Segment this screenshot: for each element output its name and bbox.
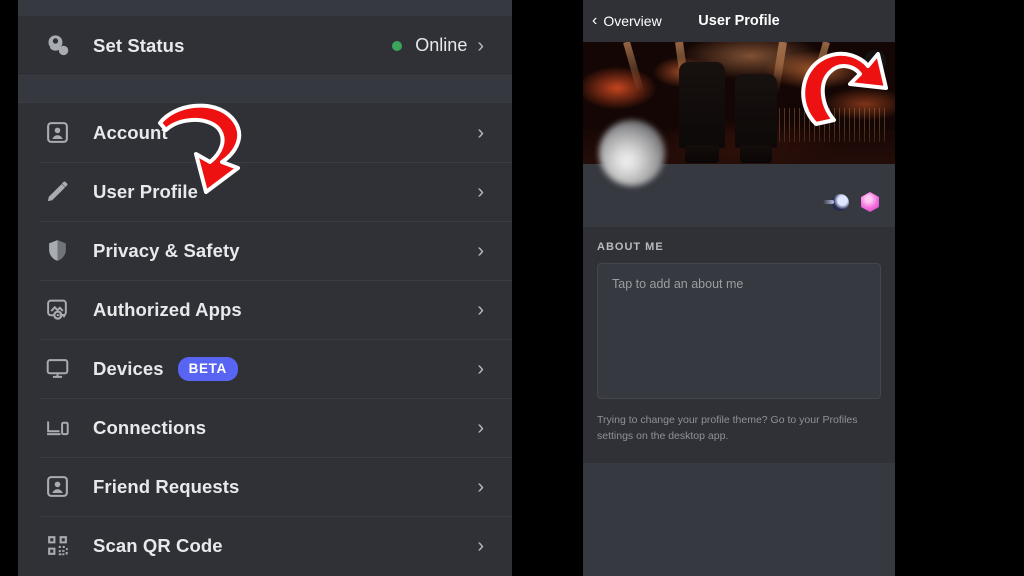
settings-row-devices[interactable]: Devices BETA › <box>18 339 512 398</box>
settings-row-connections[interactable]: Connections › <box>18 398 512 457</box>
back-label: Overview <box>603 13 662 29</box>
settings-row-label: Set Status <box>93 34 185 56</box>
settings-row-label: Devices <box>93 357 164 379</box>
settings-row-label: Connections <box>93 416 207 438</box>
set-status-icon <box>40 29 74 63</box>
beta-badge: BETA <box>177 356 238 381</box>
chevron-right-icon: › <box>477 34 484 57</box>
pencil-icon <box>870 56 880 66</box>
screenshot-root: Set Status Online › Account › User Profi… <box>0 0 1024 576</box>
chevron-right-icon: › <box>477 357 484 380</box>
settings-row-account[interactable]: Account › <box>18 103 512 162</box>
settings-row-label: User Profile <box>93 180 199 202</box>
about-me-heading: ABOUT ME <box>597 241 664 253</box>
about-me-placeholder: Tap to add an about me <box>612 277 744 291</box>
back-to-overview-button[interactable]: ‹ Overview <box>583 12 662 30</box>
settings-row-label: Friend Requests <box>93 475 240 497</box>
online-status-dot <box>392 40 403 51</box>
about-me-section: ABOUT ME Tap to add an about me Trying t… <box>583 227 895 463</box>
section-divider <box>18 75 512 103</box>
settings-row-label: Scan QR Code <box>93 534 223 556</box>
qr-code-icon <box>40 529 74 563</box>
banner-person-silhouette <box>735 74 777 163</box>
chevron-right-icon: › <box>477 475 484 498</box>
chevron-right-icon: › <box>477 180 484 203</box>
settings-row-label: Privacy & Safety <box>93 239 240 261</box>
chevron-right-icon: › <box>477 416 484 439</box>
chevron-right-icon: › <box>477 298 484 321</box>
settings-row-set-status[interactable]: Set Status Online › <box>18 16 512 75</box>
hexagon-badge-icon[interactable] <box>861 192 879 212</box>
shield-icon <box>40 234 74 268</box>
edit-banner-button[interactable] <box>864 50 886 72</box>
profile-banner-area <box>583 42 895 227</box>
authorized-apps-icon <box>40 293 74 327</box>
about-me-input[interactable]: Tap to add an about me <box>597 263 881 399</box>
settings-list-panel: Set Status Online › Account › User Profi… <box>18 0 512 576</box>
chevron-right-icon: › <box>477 121 484 144</box>
chevron-left-icon: ‹ <box>592 12 598 29</box>
user-profile-panel: ‹ Overview User Profile ABOUT ME Tap to … <box>583 0 895 576</box>
profile-empty-area <box>583 462 895 576</box>
profile-header: ‹ Overview User Profile <box>583 0 895 42</box>
comet-badge-icon[interactable] <box>823 193 849 211</box>
account-icon <box>40 116 74 150</box>
status-value: Online <box>392 35 467 56</box>
settings-row-authorized-apps[interactable]: Authorized Apps › <box>18 280 512 339</box>
profile-avatar[interactable] <box>599 120 665 186</box>
profile-theme-note: Trying to change your profile theme? Go … <box>597 414 858 442</box>
connections-icon <box>40 411 74 445</box>
banner-person-silhouette <box>679 62 725 163</box>
pencil-icon <box>40 175 74 209</box>
settings-row-user-profile[interactable]: User Profile › <box>18 162 512 221</box>
settings-row-label: Authorized Apps <box>93 298 242 320</box>
friend-requests-icon <box>40 470 74 504</box>
settings-row-label: Account <box>93 121 168 143</box>
chevron-right-icon: › <box>477 534 484 557</box>
monitor-icon <box>40 352 74 386</box>
status-text: Online <box>415 35 468 55</box>
settings-row-privacy-safety[interactable]: Privacy & Safety › <box>18 221 512 280</box>
settings-row-scan-qr-code[interactable]: Scan QR Code › <box>18 516 512 575</box>
profile-badges <box>823 192 879 212</box>
chevron-right-icon: › <box>477 239 484 262</box>
status-bar-strip <box>18 0 512 16</box>
settings-row-friend-requests[interactable]: Friend Requests › <box>18 457 512 516</box>
